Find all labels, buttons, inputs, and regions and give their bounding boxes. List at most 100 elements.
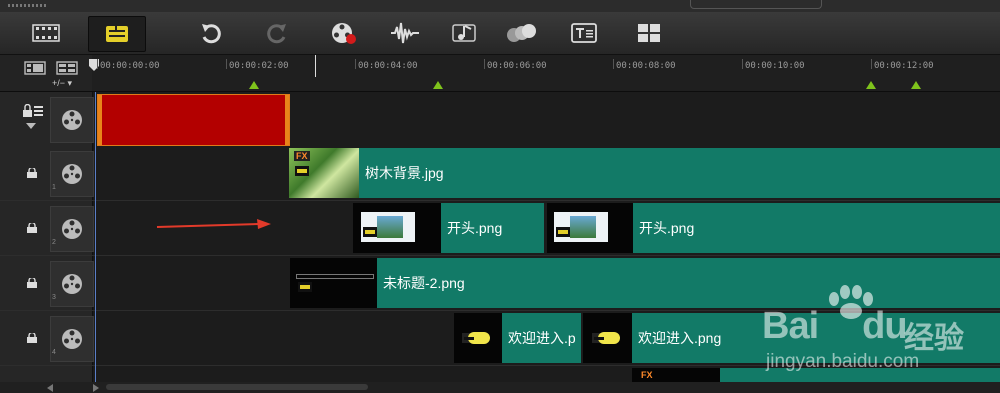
watermark-brand-b: du [862,305,907,347]
clip-name: 开头.png [639,220,695,236]
scroll-right-icon[interactable] [92,384,100,392]
video-track[interactable] [0,92,1000,147]
undo-button[interactable] [183,16,239,50]
trim-handle-right[interactable] [285,95,289,145]
ruler-tick [355,59,356,69]
clip-thumbnail [454,313,502,363]
track-header: 1 [0,146,94,200]
ruler-tick [97,59,98,69]
chapter-marker[interactable] [433,81,443,89]
collapse-arrow-icon[interactable] [26,123,36,129]
redo-button[interactable] [249,16,305,50]
track-visibility-toggle[interactable] [50,261,94,307]
film-reel-icon [62,110,82,130]
track-visibility-toggle[interactable] [50,316,94,362]
clip-name: 树木背景.jpg [365,165,444,181]
lock-icon[interactable] [26,168,38,178]
ruler-tick-label: 00:00:02:00 [229,61,289,71]
ruler-tick [226,59,227,69]
chapter-marker[interactable] [911,81,921,89]
sound-mixer-button[interactable] [377,16,433,50]
chapter-marker[interactable] [866,81,876,89]
track-number: 2 [52,239,56,246]
clip-name: 欢迎进入.png [638,330,722,346]
playhead-line[interactable] [95,92,96,382]
fx-badge: FX [641,370,653,380]
watermark-url: jingyan.baidu.com [766,351,920,372]
lock-icon[interactable] [26,223,38,233]
redo-icon [267,24,286,44]
timeline-view-button[interactable] [88,16,146,52]
track-number: 4 [52,349,56,356]
track-number: 1 [52,184,56,191]
clip-name: 开头.png [447,220,503,236]
clip-thumbnail [353,203,441,253]
thumbnail-image [296,274,374,279]
timeline-ruler[interactable]: +/− ▾ 00:00:00:00 00:00:02:00 00:00:04:00 0… [0,55,1000,92]
film-reel-icon [62,329,82,349]
ruler-tick-label: 00:00:04:00 [358,61,418,71]
title-strip [0,0,1000,12]
track-visibility-toggle[interactable] [50,206,94,252]
clip-name: 未标题-2.png [383,275,465,291]
audio-wave-icon [391,22,419,44]
playhead-handle-icon[interactable] [88,58,100,72]
window-controls-frame [690,0,822,9]
trim-handle-left[interactable] [98,95,102,145]
grip-dots [8,4,48,7]
auto-music-button[interactable] [437,16,493,50]
film-reel-icon [62,219,82,239]
overlay-track-1[interactable]: 1 FX 树木背景.jpg [0,146,1000,201]
image-clip-icon [556,227,570,237]
clip[interactable]: 欢迎进入.p [454,313,581,363]
watermark-brand-a: Bai [762,305,819,347]
clip[interactable]: FX 树木背景.jpg [289,148,1000,198]
image-clip-icon [363,227,377,237]
track-visibility-toggle[interactable] [50,151,94,197]
image-clip-icon [298,282,312,292]
chapter-marker-icon[interactable] [56,61,78,75]
record-capture-button[interactable] [316,16,372,50]
track-number: 3 [52,294,56,301]
clip-thumbnail [290,258,377,308]
ruler-tick-label: 00:00:08:00 [616,61,676,71]
clip-thumbnail [583,313,632,363]
scroll-thumb[interactable] [106,384,368,390]
red-arrow-annotation [156,219,271,229]
ruler-tick [484,59,485,69]
track-visibility-toggle[interactable] [50,97,94,143]
motion-track-button[interactable] [493,16,549,50]
zoom-control[interactable]: +/− ▾ [52,78,72,89]
baidu-watermark: Bai du 经验 jingyan.baidu.com [762,285,998,375]
track-header [0,366,93,382]
ruler-controls: +/− ▾ [0,55,92,91]
subtitle-editor-button[interactable] [556,16,612,50]
ruler-tick-label: 00:00:10:00 [745,61,805,71]
timeline-icon [106,26,128,42]
ruler-tick-label: 00:00:12:00 [874,61,934,71]
chapter-marker[interactable] [249,81,259,89]
overlay-track-2[interactable]: 2 开头.png 开头.png [0,201,1000,256]
ruler-tick-label: 00:00:06:00 [487,61,547,71]
color-clip[interactable] [97,94,290,146]
lock-icon[interactable] [26,278,38,288]
film-reel-icon [62,274,82,294]
track-lock-all-icon[interactable] [22,104,44,118]
music-icon [452,24,476,42]
clip-thumbnail [547,203,633,253]
storyboard-view-button[interactable] [18,16,74,50]
clip[interactable]: 开头.png [353,203,544,253]
undo-icon [202,24,221,44]
track-header: 4 [0,311,94,365]
lock-icon[interactable] [26,333,38,343]
spheres-icon [507,24,536,42]
multi-camera-button[interactable] [621,16,677,50]
scroll-left-icon[interactable] [46,384,54,392]
track-manager-icon[interactable] [24,61,46,75]
image-clip-icon [592,332,620,344]
film-icon [32,24,60,42]
horizontal-scrollbar[interactable] [0,382,1000,393]
image-clip-icon [295,166,309,176]
ruler-tick [871,59,872,69]
clip[interactable]: 开头.png [547,203,1000,253]
